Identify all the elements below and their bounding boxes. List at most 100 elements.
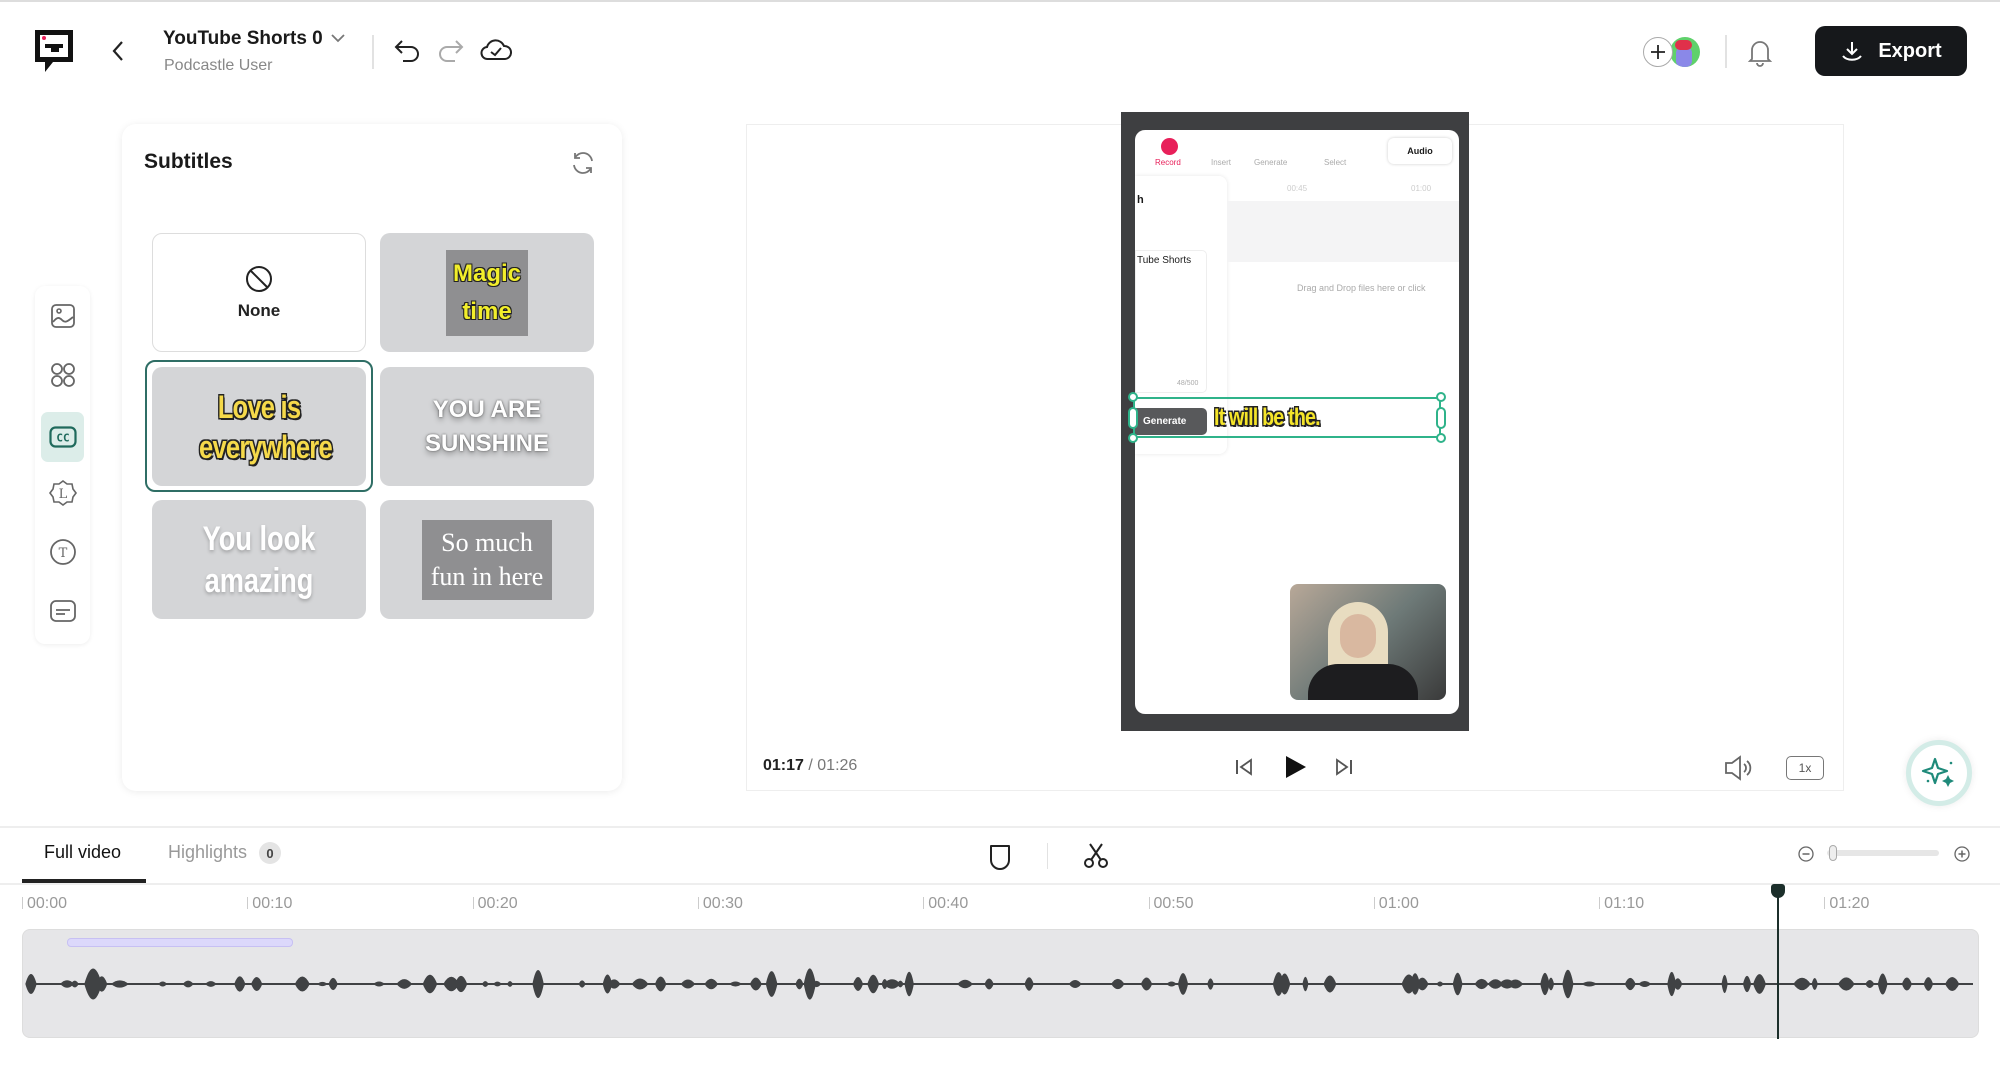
resize-handle[interactable] (1436, 407, 1446, 429)
user-avatar[interactable] (1670, 37, 1700, 67)
notification-bell-icon[interactable] (1747, 37, 1773, 67)
sidebar-item-logo[interactable]: L (41, 471, 84, 514)
resize-handle[interactable] (1436, 433, 1446, 443)
playhead-handle[interactable] (1771, 884, 1785, 898)
back-chevron-icon[interactable] (111, 40, 125, 62)
waveform-blob (182, 980, 194, 988)
plus-icon (1651, 45, 1665, 59)
waveform-blob (1753, 974, 1766, 994)
divider (0, 826, 2000, 828)
waveform-blob (481, 981, 489, 987)
inner-time: 00:45 (1287, 184, 1308, 193)
cloud-saved-icon[interactable] (480, 37, 512, 63)
resize-handle[interactable] (1128, 407, 1138, 429)
highlights-count-badge: 0 (259, 842, 281, 864)
waveform-blob (1562, 969, 1574, 999)
style-label: Love is everywhere (199, 388, 333, 465)
waveform-blob (454, 975, 468, 993)
sidebar-item-captions[interactable] (41, 589, 84, 632)
zoom-slider-thumb[interactable] (1829, 845, 1838, 861)
text-icon: T (49, 538, 76, 565)
sidebar-item-text[interactable]: T (41, 530, 84, 573)
subtitle-style-you-look-amazing[interactable]: You look amazing (152, 500, 366, 619)
logo-badge-icon: L (48, 479, 77, 506)
sidebar-item-media[interactable] (41, 294, 84, 337)
tab-highlights[interactable]: Highlights (168, 842, 247, 863)
inner-time: 01:00 (1411, 184, 1432, 193)
zoom-in-icon[interactable] (1954, 846, 1970, 862)
waveform-blob (867, 974, 880, 994)
inner-tab-text: h (1137, 194, 1144, 206)
add-collaborator-button[interactable] (1643, 37, 1673, 67)
scissors-icon[interactable] (1082, 842, 1110, 870)
subtitle-style-you-are-sunshine[interactable]: YOU ARE SUNSHINE (380, 367, 594, 486)
inner-counter: 48/500 (1177, 380, 1199, 387)
record-icon (1161, 138, 1178, 155)
zoom-out-icon[interactable] (1798, 846, 1814, 862)
inner-track (1227, 201, 1459, 262)
subtitle-style-love-is-everywhere[interactable]: Love is everywhere (152, 367, 366, 486)
skip-forward-icon[interactable] (1334, 757, 1354, 777)
refresh-icon[interactable] (570, 150, 596, 176)
divider (1725, 35, 1727, 68)
waveform-blob (1166, 981, 1177, 987)
current-time: 01:17 (763, 757, 804, 774)
skip-back-icon[interactable] (1234, 757, 1254, 777)
chevron-down-icon[interactable] (330, 33, 346, 43)
waveform-blob (328, 977, 338, 991)
tool-sidebar: CC L T (35, 286, 90, 644)
volume-icon[interactable] (1723, 754, 1753, 782)
style-label: YOU ARE SUNSHINE (424, 395, 550, 457)
export-button[interactable]: Export (1815, 26, 1967, 76)
inner-record-label: Record (1155, 158, 1181, 167)
timeline-tick-label: 01:20 (1824, 895, 1869, 913)
waveform-blob (578, 980, 586, 988)
waveform-blob (373, 981, 385, 987)
podcastle-logo-icon[interactable] (33, 28, 75, 74)
redo-icon[interactable] (437, 38, 465, 62)
window-top-border (0, 0, 2000, 2)
waveform-blob (897, 980, 904, 988)
resize-handle[interactable] (1436, 392, 1446, 402)
subtitle-style-none[interactable]: None (152, 233, 366, 352)
playhead[interactable] (1777, 892, 1779, 1039)
total-time: 01:26 (817, 757, 858, 774)
waveform-blob (1638, 980, 1652, 988)
subtitle-style-magic-time[interactable]: Magic time (380, 233, 594, 352)
resize-handle[interactable] (1128, 392, 1138, 402)
playback-speed-button[interactable]: 1x (1786, 756, 1824, 780)
grid-icon (50, 362, 75, 387)
zoom-slider[interactable] (1827, 845, 1939, 861)
timeline-tick-label: 00:10 (247, 895, 292, 913)
waveform-blob (749, 977, 762, 991)
waveform-blob (852, 977, 864, 991)
panel-title: Subtitles (144, 150, 233, 173)
waveform-blob (1323, 975, 1337, 993)
waveform-blob (506, 981, 513, 987)
divider (0, 883, 2000, 885)
waveform-blob (1901, 977, 1912, 991)
project-title[interactable]: YouTube Shorts 0 (163, 28, 323, 50)
waveform-blob (631, 978, 649, 990)
ai-assistant-button[interactable] (1906, 740, 1972, 806)
sidebar-item-subtitles[interactable]: CC (41, 412, 84, 462)
waveform-blob (1877, 973, 1888, 995)
subtitle-style-so-much-fun[interactable]: So much fun in here (380, 500, 594, 619)
waveform-blob (1837, 977, 1855, 991)
waveform-blob (1140, 977, 1153, 991)
waveform-blob (1024, 977, 1034, 991)
svg-text:L: L (58, 487, 67, 502)
play-icon[interactable] (1282, 754, 1308, 780)
waveform-blob (1177, 973, 1189, 995)
resize-handle[interactable] (1128, 433, 1138, 443)
waveform-blob (795, 978, 804, 990)
undo-icon[interactable] (393, 38, 421, 62)
caption-text[interactable]: It will be the. (1214, 404, 1321, 432)
waveform-blob (294, 976, 310, 992)
project-owner: Podcastle User (164, 57, 273, 74)
audio-track[interactable] (22, 929, 1979, 1038)
shield-marker-icon[interactable] (988, 843, 1012, 871)
timeline-tick-label: 00:20 (473, 895, 518, 913)
tab-full-video[interactable]: Full video (44, 842, 121, 863)
sidebar-item-elements[interactable] (41, 353, 84, 396)
